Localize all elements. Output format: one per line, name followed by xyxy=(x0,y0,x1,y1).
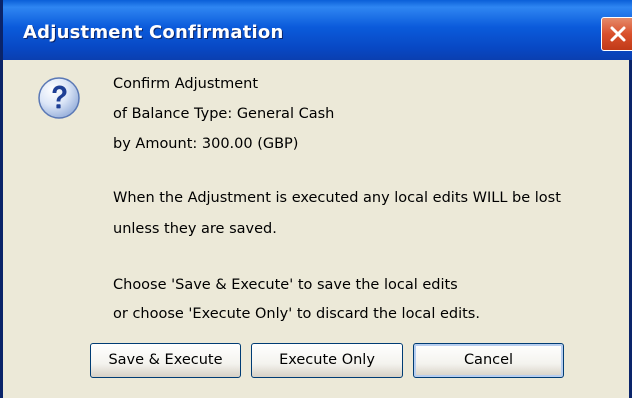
close-icon xyxy=(610,26,626,42)
message-line: Confirm Adjustment xyxy=(113,76,259,92)
execute-only-button[interactable]: Execute Only xyxy=(251,343,403,378)
message-line: When the Adjustment is executed any loca… xyxy=(113,190,561,206)
message-line: or choose 'Execute Only' to discard the … xyxy=(113,306,480,322)
close-button[interactable] xyxy=(601,17,632,51)
message-line: Choose 'Save & Execute' to save the loca… xyxy=(113,277,458,293)
save-and-execute-button[interactable]: Save & Execute xyxy=(90,343,241,378)
title-bar[interactable]: Adjustment Confirmation xyxy=(3,0,632,60)
message-line: by Amount: 300.00 (GBP) xyxy=(113,136,299,152)
message-line: unless they are saved. xyxy=(113,221,277,237)
cancel-button[interactable]: Cancel xyxy=(413,343,564,378)
dialog-title: Adjustment Confirmation xyxy=(23,22,284,43)
message-line: of Balance Type: General Cash xyxy=(113,106,335,122)
question-icon xyxy=(38,77,80,119)
confirmation-dialog: Adjustment Confirmation Confirm Adjustme… xyxy=(0,0,632,398)
